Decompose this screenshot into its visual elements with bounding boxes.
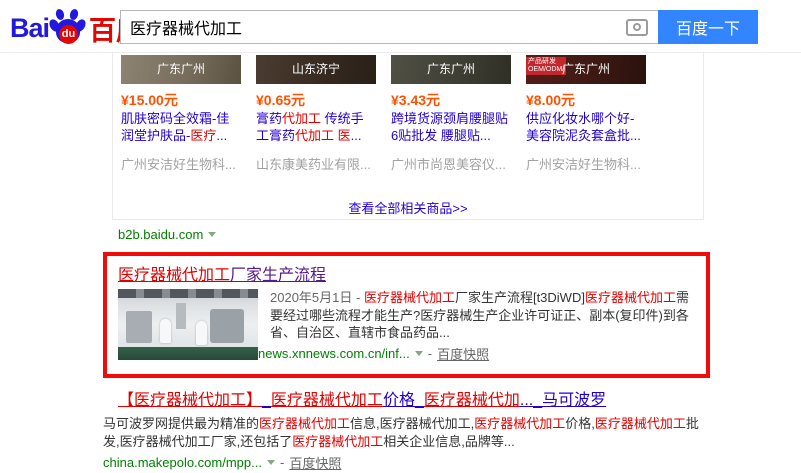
product-card[interactable]: 广东广州 ¥3.43元 跨境货源颈肩腰腿贴6贴批发 腰腿贴... 广州市尚恩美容…: [391, 55, 511, 173]
thumb-machine: [176, 303, 186, 329]
product-image[interactable]: 山东济宁: [256, 55, 376, 84]
result-url-line: china.makepolo.com/mpp... - 百度快照: [103, 453, 710, 472]
search-input[interactable]: [121, 11, 658, 43]
result-title-link[interactable]: 医疗器械代加工厂家生产流程: [118, 261, 326, 285]
result-title-link[interactable]: 【医疗器械代加工】_医疗器械代加工价格_医疗器械代加..._马可波罗: [103, 386, 710, 410]
product-price: ¥8.00元: [526, 90, 646, 106]
product-seller: 广州安洁好生物科...: [526, 154, 646, 173]
product-price: ¥3.43元: [391, 90, 511, 106]
product-card[interactable]: 产品研发 OEM/ODM/ 广东广州 ¥8.00元 供应化妆水哪个好-美容院泥灸…: [526, 55, 646, 173]
cleanroom-thumbnail[interactable]: [118, 289, 258, 360]
result-url: china.makepolo.com/mpp...: [103, 455, 262, 470]
product-price: ¥0.65元: [256, 90, 376, 106]
product-card[interactable]: 广东广州 ¥15.00元 肌肤密码全效霜-佳润堂护肤品-医疗... 广州安洁好生…: [121, 55, 241, 173]
result-snippet: 2020年5月1日 - 医疗器械代加工厂家生产流程[t3DiWD]医疗器械代加工…: [270, 289, 698, 342]
result-url-line: news.xnnews.com.cn/inf... - 百度快照: [258, 344, 698, 363]
product-image[interactable]: 广东广州: [121, 55, 241, 84]
location-badge: 广东广州: [526, 60, 646, 77]
product-seller: 广州安洁好生物科...: [121, 154, 241, 173]
location-badge: 山东济宁: [256, 60, 376, 77]
view-all-products-link[interactable]: 查看全部相关商品>>: [113, 198, 703, 217]
baidu-snapshot-link[interactable]: 百度快照: [289, 453, 341, 472]
logo-text-bai: Bai: [10, 13, 49, 44]
thumb-machine: [210, 309, 244, 343]
product-card[interactable]: 山东济宁 ¥0.65元 膏药代加工 传统手工膏药代加工 医... 山东康美药业有…: [256, 55, 376, 173]
location-badge: 广东广州: [121, 60, 241, 77]
product-seller: 广州市尚恩美容仪...: [391, 154, 511, 173]
chevron-down-icon[interactable]: [208, 232, 216, 241]
result-url: news.xnnews.com.cn/inf...: [258, 346, 410, 361]
camera-icon[interactable]: [626, 19, 648, 36]
product-price: ¥15.00元: [121, 90, 241, 106]
highlighted-search-result: 医疗器械代加工厂家生产流程 2020年5月1日 - 医疗器械代加工厂家生产流程[…: [103, 252, 710, 378]
thumb-machine: [126, 311, 152, 343]
snippet-and-url: 2020年5月1日 - 医疗器械代加工厂家生产流程[t3DiWD]医疗器械代加工…: [258, 289, 698, 363]
chevron-down-icon[interactable]: [415, 351, 423, 360]
search-result: 【医疗器械代加工】_医疗器械代加工价格_医疗器械代加..._马可波罗 马可波罗网…: [103, 386, 710, 472]
product-title-link[interactable]: 肌肤密码全效霜-佳润堂护肤品-医疗...: [121, 110, 241, 144]
thumb-floor: [118, 347, 258, 360]
product-cards-row: 广东广州 ¥15.00元 肌肤密码全效霜-佳润堂护肤品-医疗... 广州安洁好生…: [121, 55, 646, 173]
related-products-panel: 广东广州 ¥15.00元 肌肤密码全效霜-佳润堂护肤品-医疗... 广州安洁好生…: [112, 52, 704, 220]
baidu-search-results-page: Bai du 百度 百度一下 广东广州 ¥15.: [0, 0, 801, 473]
product-image[interactable]: 产品研发 OEM/ODM/ 广东广州: [526, 55, 646, 84]
search-header: Bai du 百度 百度一下: [0, 0, 801, 53]
baidu-snapshot-link[interactable]: 百度快照: [437, 344, 489, 363]
dash-separator: -: [280, 455, 284, 470]
search-box: [120, 10, 658, 44]
source-url: b2b.baidu.com: [118, 227, 203, 242]
search-button[interactable]: 百度一下: [658, 10, 758, 44]
thumb-worker: [160, 319, 171, 343]
product-image[interactable]: 广东广州: [391, 55, 511, 84]
location-badge: 广东广州: [391, 60, 511, 77]
thumb-ceiling: [118, 289, 258, 298]
result-body: 2020年5月1日 - 医疗器械代加工厂家生产流程[t3DiWD]医疗器械代加工…: [118, 289, 698, 363]
thumb-worker: [196, 321, 207, 345]
baidu-paw-icon: du: [50, 9, 86, 47]
product-title-link[interactable]: 跨境货源颈肩腰腿贴6贴批发 腰腿贴...: [391, 110, 511, 144]
dash-separator: -: [428, 346, 432, 361]
products-source-line: b2b.baidu.com: [118, 227, 216, 242]
chevron-down-icon[interactable]: [267, 460, 275, 469]
product-seller: 山东康美药业有限...: [256, 154, 376, 173]
logo-text-du: du: [59, 25, 78, 44]
product-title-link[interactable]: 供应化妆水哪个好-美容院泥灸套盒批...: [526, 110, 646, 144]
product-title-link[interactable]: 膏药代加工 传统手工膏药代加工 医...: [256, 110, 376, 144]
result-snippet: 马可波罗网提供最为精准的医疗器械代加工信息,医疗器械代加工,医疗器械代加工价格,…: [103, 415, 703, 450]
